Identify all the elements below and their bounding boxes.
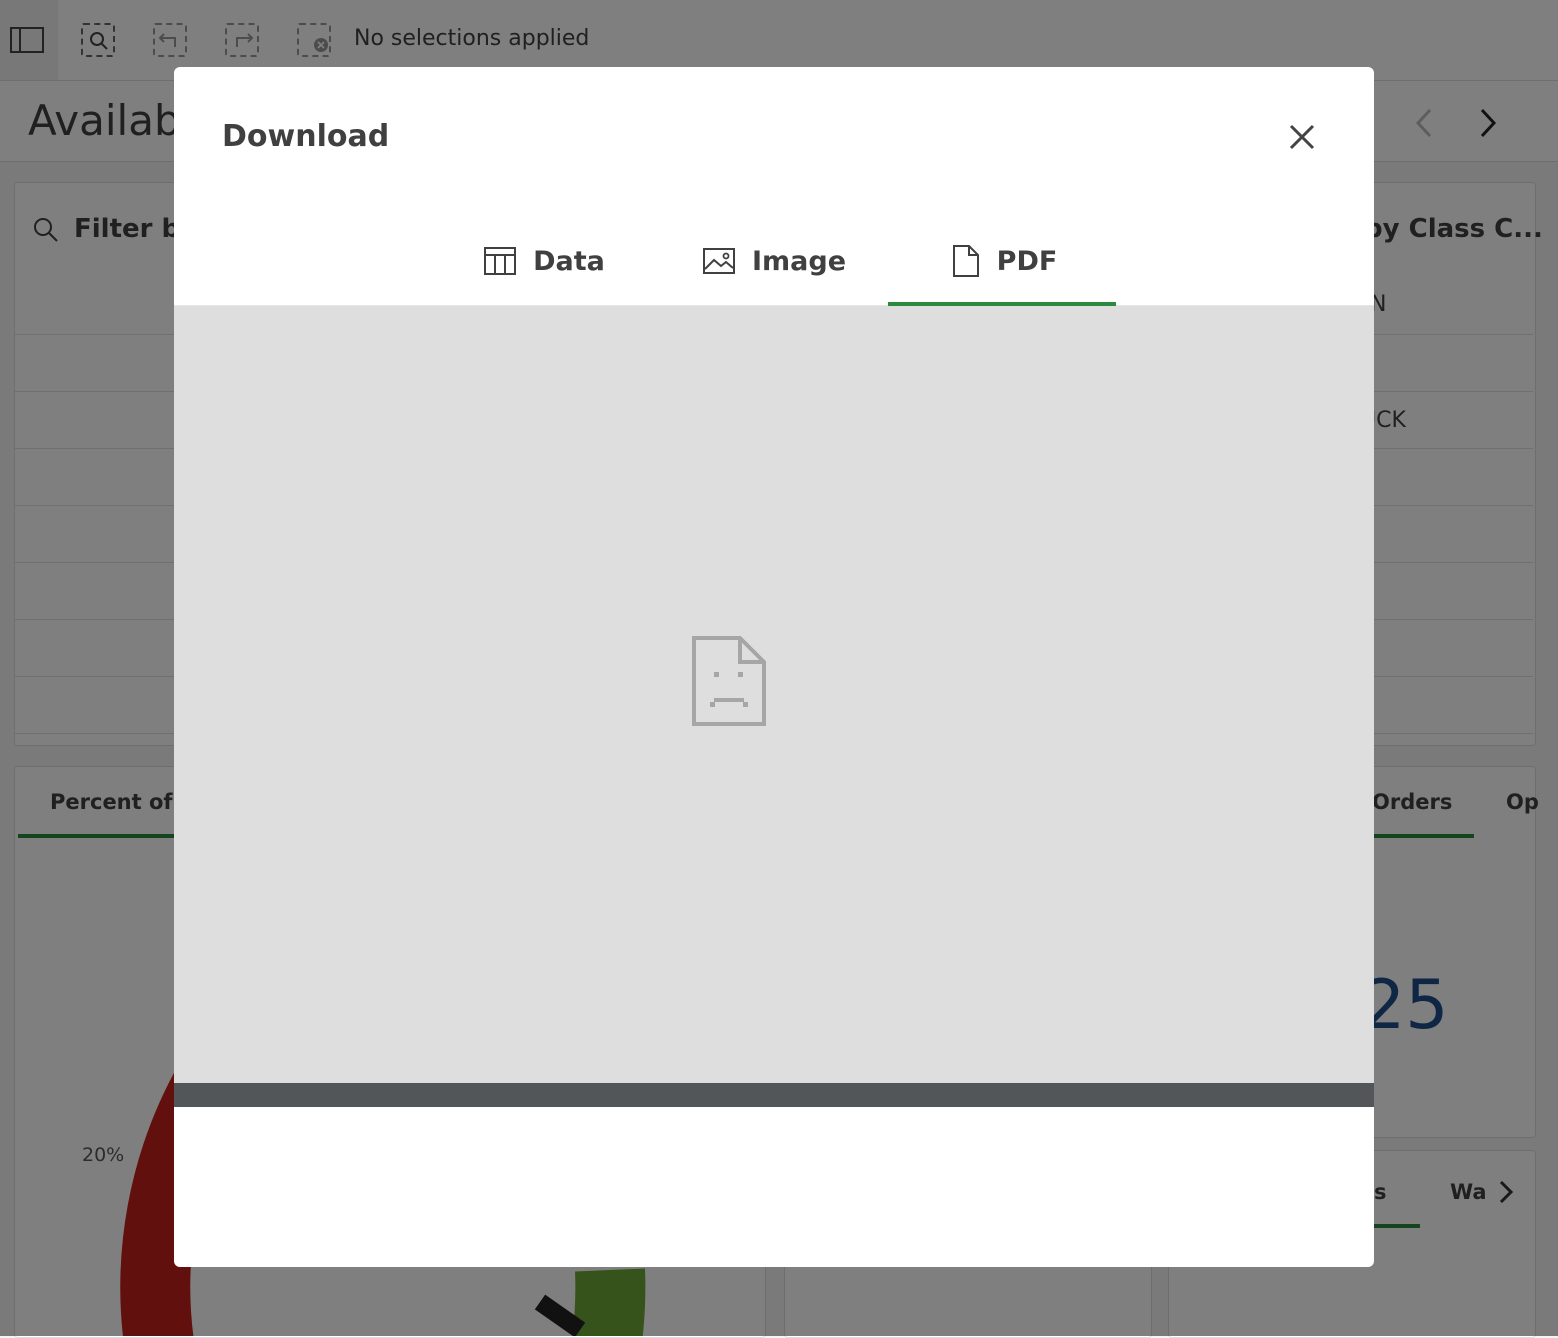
broken-document-icon bbox=[692, 636, 766, 726]
preview-scrollbar[interactable] bbox=[174, 1083, 1374, 1107]
dialog-title: Download bbox=[222, 119, 390, 154]
tab-image-label: Image bbox=[751, 245, 847, 277]
close-button[interactable] bbox=[1282, 117, 1322, 157]
image-icon bbox=[702, 248, 735, 274]
download-tabs: Data Image PDF bbox=[174, 217, 1374, 306]
download-dialog: Download Data Image PDF bbox=[174, 67, 1374, 1267]
close-icon[interactable] bbox=[1282, 117, 1322, 157]
tab-pdf-label: PDF bbox=[996, 245, 1058, 277]
tab-data-label: Data bbox=[533, 245, 605, 277]
tab-data[interactable]: Data bbox=[474, 217, 614, 305]
tab-pdf[interactable]: PDF bbox=[934, 217, 1074, 305]
document-icon bbox=[952, 245, 979, 277]
tab-image[interactable]: Image bbox=[694, 217, 854, 305]
pdf-preview bbox=[174, 306, 1374, 1083]
table-icon bbox=[484, 247, 517, 275]
